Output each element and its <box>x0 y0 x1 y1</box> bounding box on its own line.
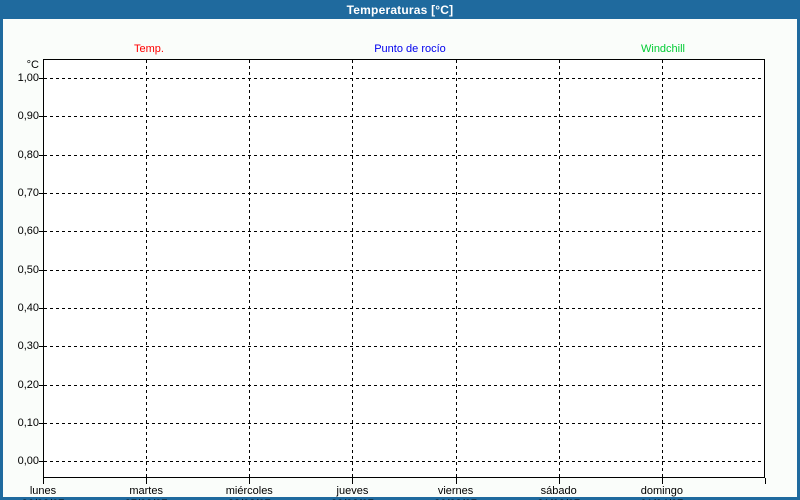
y-tick-label: 0,80 <box>3 148 39 162</box>
h-gridline <box>44 346 764 347</box>
x-axis-day-name: miércoles <box>226 485 273 498</box>
h-gridline <box>44 308 764 309</box>
y-axis-tick <box>39 270 43 271</box>
v-gridline <box>249 60 250 477</box>
chart-title: Temperaturas [°C] <box>347 3 454 17</box>
h-gridline <box>44 270 764 271</box>
x-axis-day-name: lunes <box>22 485 65 498</box>
y-tick-label: 0,90 <box>3 109 39 123</box>
chart-content: Temp. Punto de rocío Windchill °C 1,000,… <box>0 19 800 500</box>
x-axis-tick <box>352 478 353 484</box>
x-axis-label: viernes30/03/07 <box>434 485 477 500</box>
x-axis-tick <box>146 478 147 484</box>
y-tick-label: 0,70 <box>3 186 39 200</box>
y-axis-tick <box>39 193 43 194</box>
legend-item-dewpoint: Punto de rocío <box>374 42 446 56</box>
h-gridline <box>44 385 764 386</box>
v-gridline <box>662 60 663 477</box>
y-tick-label: 0,60 <box>3 224 39 238</box>
y-axis-tick <box>39 116 43 117</box>
v-gridline <box>146 60 147 477</box>
x-axis-tick <box>662 478 663 484</box>
y-tick-label: 0,20 <box>3 378 39 392</box>
h-gridline <box>44 423 764 424</box>
x-axis-label: sábado31/03/07 <box>537 485 580 500</box>
x-axis-tick <box>43 478 44 484</box>
x-axis-day-name: domingo <box>640 485 683 498</box>
x-axis-label: jueves29/03/07 <box>331 485 374 500</box>
y-axis-tick <box>39 155 43 156</box>
x-axis-label: martes27/03/07 <box>125 485 168 500</box>
temperature-chart-window: Temperaturas [°C] Temp. Punto de rocío W… <box>0 0 800 500</box>
x-axis-day-name: martes <box>125 485 168 498</box>
x-axis-day-name: sábado <box>537 485 580 498</box>
legend-item-windchill: Windchill <box>641 42 685 56</box>
h-gridline <box>44 461 764 462</box>
y-tick-label: 0,10 <box>3 416 39 430</box>
x-axis-tick <box>249 478 250 484</box>
x-axis-label: domingo01/04/07 <box>640 485 683 500</box>
v-gridline <box>456 60 457 477</box>
h-gridline <box>44 116 764 117</box>
h-gridline <box>44 78 764 79</box>
y-axis-tick <box>39 385 43 386</box>
y-axis-tick <box>39 231 43 232</box>
h-gridline <box>44 193 764 194</box>
y-axis-tick <box>39 78 43 79</box>
y-tick-label: 0,50 <box>3 263 39 277</box>
y-tick-label: 0,40 <box>3 301 39 315</box>
chart-title-bar: Temperaturas [°C] <box>0 0 800 19</box>
h-gridline <box>44 155 764 156</box>
x-axis-day-name: jueves <box>331 485 374 498</box>
y-tick-label: 0,00 <box>3 454 39 468</box>
v-gridline <box>352 60 353 477</box>
x-axis-tick <box>559 478 560 484</box>
x-axis-tick <box>765 478 766 484</box>
x-axis-label: lunes26/03/07 <box>22 485 65 500</box>
plot-area <box>43 59 765 478</box>
legend-item-temp: Temp. <box>134 42 164 56</box>
y-axis-tick <box>39 461 43 462</box>
v-gridline <box>559 60 560 477</box>
y-axis-tick <box>39 308 43 309</box>
x-axis-tick <box>456 478 457 484</box>
y-tick-label: 1,00 <box>3 71 39 85</box>
x-axis-day-name: viernes <box>434 485 477 498</box>
x-axis-label: miércoles28/03/07 <box>226 485 273 500</box>
y-axis-tick <box>39 423 43 424</box>
y-axis-tick <box>39 346 43 347</box>
h-gridline <box>44 231 764 232</box>
y-tick-label: 0,30 <box>3 339 39 353</box>
